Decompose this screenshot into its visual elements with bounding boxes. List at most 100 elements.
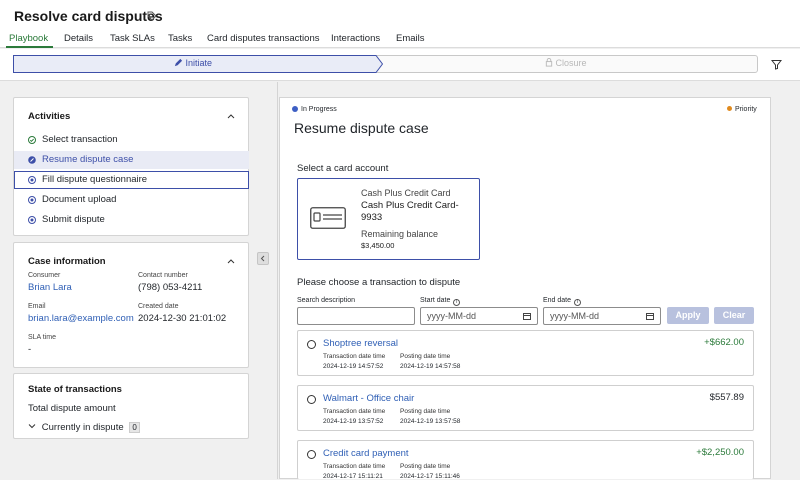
created-value: 2024-12-30 21:01:02 (138, 313, 227, 324)
start-date-placeholder: yyyy-MM-dd (427, 311, 476, 321)
sla-value: - (28, 344, 32, 355)
transaction-date-label: Transaction date time (323, 353, 386, 360)
priority-dot-icon (727, 106, 732, 111)
activity-label: Submit dispute (42, 214, 105, 225)
transaction-radio[interactable] (307, 450, 316, 459)
start-date-input[interactable]: yyyy-MM-dd (420, 307, 538, 325)
email-link[interactable]: brian.lara@example.com (28, 313, 134, 324)
activity-select-transaction[interactable]: Select transaction (14, 131, 249, 149)
calendar-icon[interactable] (646, 312, 654, 320)
tab-emails[interactable]: Emails (396, 33, 425, 44)
total-dispute-label: Total dispute amount (28, 403, 116, 414)
check-circle-icon (28, 136, 36, 144)
case-information-card: Case information Consumer Brian Lara Con… (13, 242, 249, 368)
posting-date-label: Posting date time (400, 353, 451, 360)
end-date-label: End date (543, 297, 572, 304)
apply-button[interactable]: Apply (667, 307, 709, 324)
tab-details[interactable]: Details (64, 33, 93, 44)
choose-transaction-heading: Please choose a transaction to dispute (297, 277, 461, 288)
activity-label: Resume dispute case (42, 154, 134, 165)
posting-date-value: 2024-12-19 14:57:58 (400, 363, 461, 370)
activity-fill-dispute-questionnaire[interactable]: Fill dispute questionnaire (14, 171, 249, 189)
activity-resume-dispute-case[interactable]: Resume dispute case (14, 151, 249, 169)
stage-initiate-label: Initiate (185, 58, 213, 68)
activity-document-upload[interactable]: Document upload (14, 191, 249, 209)
transaction-date-value: 2024-12-19 14:57:52 (323, 363, 384, 370)
collapse-panel-button[interactable] (257, 252, 269, 265)
transaction-name[interactable]: Shoptree reversal (323, 338, 398, 349)
transaction-radio[interactable] (307, 395, 316, 404)
active-tab-indicator (6, 46, 53, 48)
tab-task-slas[interactable]: Task SLAs (110, 33, 155, 44)
email-label: Email (28, 303, 46, 310)
credit-card-icon (310, 207, 346, 229)
pending-icon (28, 216, 36, 224)
dispute-count-badge: 0 (129, 422, 140, 433)
balance-label: Remaining balance (361, 229, 439, 239)
filter-icon[interactable] (771, 59, 782, 70)
case-information-title: Case information (28, 256, 106, 267)
transaction-item[interactable]: Walmart - Office chair $557.89 Transacti… (297, 385, 754, 431)
chevron-up-icon[interactable] (227, 112, 235, 120)
transaction-radio[interactable] (307, 340, 316, 349)
consumer-link[interactable]: Brian Lara (28, 282, 72, 293)
start-date-label: Start date (420, 297, 451, 304)
account-name: Cash Plus Credit Card-9933 (361, 200, 459, 223)
sla-label: SLA time (28, 334, 57, 341)
select-account-heading: Select a card account (297, 163, 389, 174)
activities-title: Activities (28, 111, 71, 122)
tab-playbook[interactable]: Playbook (9, 33, 48, 44)
posting-date-label: Posting date time (400, 408, 451, 415)
activities-card: Activities Select transaction Resume dis… (13, 97, 249, 236)
state-title: State of transactions (28, 384, 122, 395)
balance-value: $3,450.00 (361, 241, 395, 250)
task-title: Resume dispute case (294, 120, 429, 136)
tab-card-disputes-transactions[interactable]: Card disputes transactions (207, 33, 319, 44)
in-progress-icon (28, 156, 36, 164)
search-description-label: Search description (297, 297, 355, 304)
search-description-input[interactable] (297, 307, 415, 325)
currently-in-dispute-label: Currently in dispute (41, 422, 124, 433)
currently-in-dispute-row[interactable]: Currently in dispute 0 (28, 422, 140, 433)
transaction-date-value: 2024-12-19 13:57:52 (323, 418, 384, 425)
chevron-down-icon (28, 424, 36, 429)
pencil-icon (174, 58, 183, 67)
activity-label: Fill dispute questionnaire (42, 174, 148, 185)
consumer-label: Consumer (28, 272, 61, 279)
transaction-name[interactable]: Walmart - Office chair (323, 393, 414, 404)
tab-interactions[interactable]: Interactions (331, 33, 380, 44)
calendar-icon[interactable] (523, 312, 531, 320)
activity-label: Document upload (42, 194, 117, 205)
header-bar: Resolve card disputes Playbook Details T… (0, 0, 800, 48)
chevron-left-icon (260, 255, 265, 262)
page-title: Resolve card disputes (14, 8, 163, 24)
pending-icon (28, 196, 36, 204)
lock-icon (545, 58, 553, 67)
clear-button[interactable]: Clear (714, 307, 754, 324)
chevron-up-icon[interactable] (227, 257, 235, 265)
contact-value: (798) 053-4211 (138, 282, 203, 293)
transaction-date-label: Transaction date time (323, 408, 386, 415)
transaction-amount: +$2,250.00 (696, 447, 744, 458)
scrollbar[interactable] (789, 82, 797, 479)
end-date-placeholder: yyyy-MM-dd (550, 311, 599, 321)
tab-tasks[interactable]: Tasks (168, 33, 192, 44)
posting-date-value: 2024-12-19 13:57:58 (400, 418, 461, 425)
transaction-item[interactable]: Credit card payment +$2,250.00 Transacti… (297, 440, 754, 480)
contact-label: Contact number (138, 272, 188, 279)
info-icon: i (453, 299, 461, 306)
pending-icon (28, 176, 36, 184)
card-account-option[interactable]: Cash Plus Credit Card Cash Plus Credit C… (297, 178, 480, 260)
transaction-item[interactable]: Shoptree reversal +$662.00 Transaction d… (297, 330, 754, 376)
end-date-input[interactable]: yyyy-MM-dd (543, 307, 661, 325)
activity-submit-dispute[interactable]: Submit dispute (14, 211, 249, 229)
transaction-name[interactable]: Credit card payment (323, 448, 409, 459)
status-badge: In Progress (301, 106, 337, 113)
transaction-amount: $557.89 (709, 392, 744, 403)
stage-bar: Initiate Closure (0, 49, 800, 81)
panel-divider (263, 82, 277, 479)
transaction-date-label: Transaction date time (323, 463, 386, 470)
tag-icon[interactable] (147, 11, 157, 21)
transaction-amount: +$662.00 (704, 337, 744, 348)
activity-label: Select transaction (42, 134, 118, 145)
